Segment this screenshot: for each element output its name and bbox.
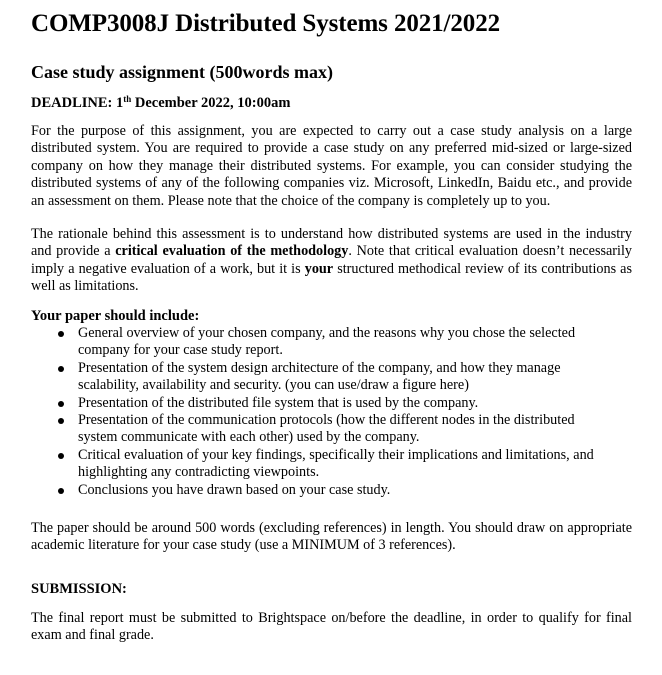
bullet-icon: [58, 487, 64, 494]
list-item-text: Presentation of the distributed file sys…: [78, 394, 479, 411]
purpose-paragraph: For the purpose of this assignment, you …: [31, 123, 632, 209]
submission-heading: SUBMISSION:: [31, 581, 127, 597]
rationale-paragraph: The rationale behind this assessment is …: [31, 226, 632, 296]
bullet-icon: [58, 452, 64, 459]
deadline-label: DEADLINE: 1: [31, 95, 124, 111]
list-item: General overview of your chosen company,…: [55, 325, 595, 360]
bullet-icon: [58, 418, 64, 425]
list-item: Presentation of the distributed file sys…: [55, 395, 595, 412]
bullet-icon: [58, 331, 64, 337]
list-item: Presentation of the system design archit…: [55, 360, 595, 395]
list-item: Conclusions you have drawn based on your…: [55, 482, 595, 499]
bullet-icon: [58, 400, 64, 407]
assignment-subtitle: Case study assignment (500words max): [31, 62, 334, 82]
include-heading: Your paper should include:: [31, 308, 200, 324]
list-item-text: Presentation of the system design archit…: [78, 359, 561, 394]
deadline-line: DEADLINE: 1th December 2022, 10:00am: [31, 95, 290, 112]
list-item-text: Conclusions you have drawn based on your…: [78, 481, 391, 498]
length-paragraph: The paper should be around 500 words (ex…: [31, 520, 632, 554]
bullet-icon: [58, 365, 64, 372]
list-item-text: General overview of your chosen company,…: [78, 325, 576, 359]
list-item: Presentation of the communication protoc…: [55, 412, 595, 447]
document-title: COMP3008J Distributed Systems 2021/2022: [31, 10, 501, 37]
submission-paragraph: The final report must be submitted to Br…: [31, 610, 632, 644]
deadline-date: December 2022, 10:00am: [131, 95, 291, 111]
rationale-bold-your: your: [304, 260, 334, 277]
list-item-text: Presentation of the communication protoc…: [78, 412, 575, 446]
include-list: General overview of your chosen company,…: [55, 325, 595, 499]
rationale-bold-critical-evaluation: critical evaluation of the methodology: [115, 243, 349, 260]
list-item-text: Critical evaluation of your key findings…: [78, 446, 594, 481]
list-item: Critical evaluation of your key findings…: [55, 447, 595, 482]
document-page: COMP3008J Distributed Systems 2021/2022 …: [0, 0, 662, 675]
